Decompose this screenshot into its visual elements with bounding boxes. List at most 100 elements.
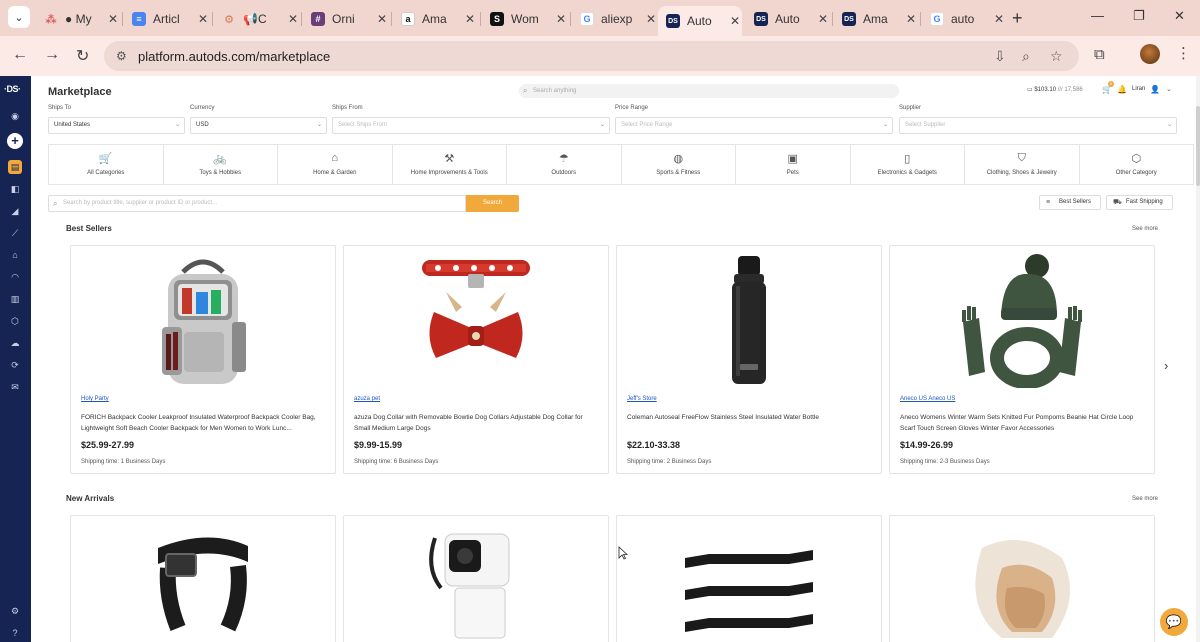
upload-cloud-icon[interactable]: ☁ bbox=[8, 336, 22, 350]
product-card[interactable] bbox=[889, 515, 1155, 642]
settings-gear-icon[interactable]: ⚙ bbox=[8, 604, 22, 618]
product-image[interactable] bbox=[617, 526, 881, 642]
store-link[interactable]: azuza pet bbox=[354, 396, 380, 402]
minimize-icon[interactable]: — bbox=[1091, 8, 1104, 23]
global-search-input[interactable]: Search anything bbox=[519, 84, 899, 98]
balance-display[interactable]: ▭ $103.10 /// 17,586 bbox=[1027, 86, 1083, 93]
speedometer-icon[interactable]: ◠ bbox=[8, 270, 22, 284]
currency-select[interactable]: USD ⌄ bbox=[190, 117, 327, 134]
mail-icon[interactable]: ✉ bbox=[8, 380, 22, 394]
site-info-icon[interactable]: ⚙ bbox=[116, 49, 127, 63]
browser-tab-11[interactable]: G auto ✕ bbox=[922, 6, 1006, 32]
megaphone-icon[interactable]: ◢ bbox=[8, 204, 22, 218]
ships-to-select[interactable]: United States ⌄ bbox=[48, 117, 185, 134]
products-icon[interactable]: ◧ bbox=[8, 182, 22, 196]
scrollbar-thumb[interactable] bbox=[1196, 106, 1200, 186]
help-icon[interactable]: ? bbox=[8, 626, 22, 640]
box-icon[interactable]: ⬡ bbox=[8, 314, 22, 328]
toggle-icon[interactable]: ◉ bbox=[8, 109, 22, 123]
close-tab-icon[interactable]: ✕ bbox=[286, 12, 300, 26]
product-image[interactable] bbox=[71, 246, 335, 394]
add-product-button[interactable]: + bbox=[7, 133, 23, 149]
browser-tab-5[interactable]: a Ama ✕ bbox=[393, 6, 477, 32]
close-tab-icon[interactable]: ✕ bbox=[196, 12, 210, 26]
product-image[interactable] bbox=[890, 526, 1154, 642]
price-range-select[interactable]: Select Price Range ⌄ bbox=[615, 117, 893, 134]
browser-tab-4[interactable]: # Orni ✕ bbox=[303, 6, 389, 32]
product-image[interactable] bbox=[617, 246, 881, 394]
close-tab-icon[interactable]: ✕ bbox=[375, 12, 389, 26]
profile-avatar[interactable] bbox=[1140, 44, 1160, 64]
new-arrivals-see-more[interactable]: See more bbox=[1132, 496, 1158, 502]
product-card[interactable]: Aneco US Aneco US Aneco Womens Winter Wa… bbox=[889, 245, 1155, 474]
product-card[interactable] bbox=[343, 515, 609, 642]
close-tab-icon[interactable]: ✕ bbox=[992, 12, 1006, 26]
address-bar[interactable]: ⚙ platform.autods.com/marketplace ⇩ ⌕ ☆ bbox=[104, 41, 1079, 71]
chevron-down-icon[interactable]: ⌄ bbox=[1166, 85, 1172, 93]
orders-icon[interactable]: ▥ bbox=[8, 292, 22, 306]
category-home-improvement[interactable]: ⚒ Home Improvements & Tools bbox=[393, 145, 507, 184]
close-tab-icon[interactable]: ✕ bbox=[816, 12, 830, 26]
close-tab-icon[interactable]: ✕ bbox=[463, 12, 477, 26]
ships-from-select[interactable]: Select Ships From ⌄ bbox=[332, 117, 610, 134]
autods-logo[interactable]: ·DS· bbox=[4, 84, 21, 94]
browser-tab-10[interactable]: DS Ama ✕ bbox=[834, 6, 918, 32]
tab-search-button[interactable]: ⌄ bbox=[8, 6, 30, 28]
product-image[interactable] bbox=[890, 246, 1154, 394]
sync-icon[interactable]: ⟳ bbox=[8, 358, 22, 372]
page-scrollbar[interactable] bbox=[1196, 76, 1200, 642]
browser-tab-7[interactable]: G aliexp ✕ bbox=[572, 6, 658, 32]
category-pets[interactable]: ▣ Pets bbox=[736, 145, 851, 184]
back-arrow-icon[interactable]: ← bbox=[12, 46, 28, 64]
analytics-chart-icon[interactable]: ⟋ bbox=[8, 226, 22, 240]
category-sports[interactable]: ◍ Sports & Fitness bbox=[622, 145, 736, 184]
category-outdoors[interactable]: ☂ Outdoors bbox=[507, 145, 622, 184]
category-home-garden[interactable]: ⌂ Home & Garden bbox=[278, 145, 393, 184]
product-image[interactable] bbox=[71, 526, 335, 642]
product-card[interactable]: azuza pet azuza Dog Collar with Removabl… bbox=[343, 245, 609, 474]
extensions-puzzle-icon[interactable]: ⧉ bbox=[1094, 46, 1105, 63]
category-other[interactable]: ⬡ Other Category bbox=[1080, 145, 1194, 184]
new-tab-plus-icon[interactable]: + bbox=[1012, 8, 1023, 29]
best-sellers-see-more[interactable]: See more bbox=[1132, 226, 1158, 232]
fast-shipping-toggle[interactable]: ⛟ Fast Shipping bbox=[1106, 195, 1173, 210]
product-image[interactable] bbox=[344, 526, 608, 642]
browser-tab-1[interactable]: ⁂ ● My ✕ bbox=[36, 6, 120, 32]
store-link[interactable]: Holy Party bbox=[81, 396, 109, 402]
reload-icon[interactable]: ↻ bbox=[76, 46, 89, 66]
notification-bell-icon[interactable]: 🔔 bbox=[1117, 85, 1127, 94]
store-link[interactable]: Aneco US Aneco US bbox=[900, 396, 955, 402]
product-image[interactable] bbox=[344, 246, 608, 394]
product-title[interactable]: azuza Dog Collar with Removable Bowtie D… bbox=[354, 412, 599, 434]
close-tab-icon[interactable]: ✕ bbox=[904, 12, 918, 26]
product-card[interactable]: Jeff's Store Coleman Autoseal FreeFlow S… bbox=[616, 245, 882, 474]
category-clothing[interactable]: ⛉ Clothing, Shoes & Jewelry bbox=[965, 145, 1080, 184]
close-tab-icon[interactable]: ✕ bbox=[644, 12, 658, 26]
forward-arrow-icon[interactable]: → bbox=[44, 46, 60, 64]
close-window-icon[interactable]: ✕ bbox=[1174, 8, 1185, 24]
category-electronics[interactable]: ▯ Electronics & Gadgets bbox=[851, 145, 965, 184]
store-link[interactable]: Jeff's Store bbox=[627, 396, 657, 402]
category-all[interactable]: 🛒 All Categories bbox=[49, 145, 164, 184]
product-title[interactable]: Coleman Autoseal FreeFlow Stainless Stee… bbox=[627, 412, 872, 423]
carousel-next-icon[interactable]: › bbox=[1164, 358, 1168, 373]
close-tab-icon[interactable]: ✕ bbox=[728, 14, 742, 28]
chat-support-button[interactable]: 💬 bbox=[1160, 608, 1188, 636]
zoom-icon[interactable]: ⌕ bbox=[1022, 48, 1030, 65]
search-button[interactable]: Search bbox=[466, 195, 519, 212]
browser-tab-2[interactable]: ≡ Articl ✕ bbox=[124, 6, 210, 32]
best-sellers-toggle[interactable]: ≡ Best Sellers bbox=[1039, 195, 1101, 210]
browser-tab-3[interactable]: ⚙ 📢C ✕ bbox=[214, 6, 300, 32]
browser-tab-6[interactable]: S Wom ✕ bbox=[482, 6, 568, 32]
install-app-icon[interactable]: ⇩ bbox=[994, 48, 1006, 65]
url-text[interactable]: platform.autods.com/marketplace bbox=[138, 49, 330, 64]
browser-tab-active[interactable]: DS Auto ✕ bbox=[658, 6, 742, 36]
product-card[interactable] bbox=[70, 515, 336, 642]
user-avatar-icon[interactable]: 👤 bbox=[1150, 85, 1160, 94]
bookmark-star-icon[interactable]: ☆ bbox=[1050, 48, 1063, 65]
product-search-input[interactable]: Search by product title, supplier or pro… bbox=[48, 195, 466, 212]
product-title[interactable]: FORICH Backpack Cooler Leakproof Insulat… bbox=[81, 412, 326, 434]
product-card[interactable]: Holy Party FORICH Backpack Cooler Leakpr… bbox=[70, 245, 336, 474]
browser-menu-icon[interactable]: ⋮ bbox=[1176, 44, 1191, 62]
user-name[interactable]: Liran bbox=[1132, 86, 1145, 92]
